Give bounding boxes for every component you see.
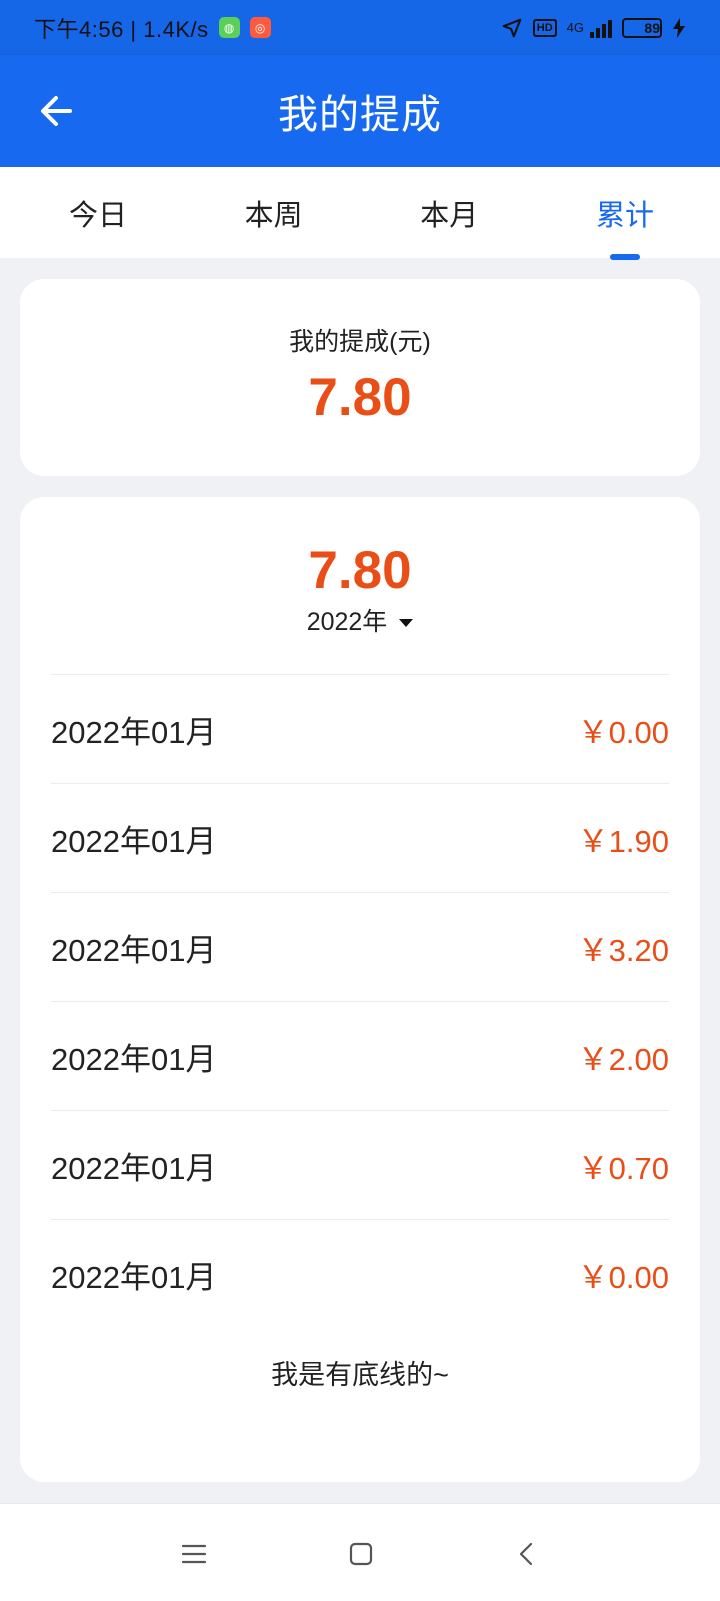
battery-icon: 89: [622, 17, 662, 38]
month-amount: ￥0.00: [577, 1259, 669, 1295]
tab-label: 本月: [420, 199, 479, 232]
menu-icon[interactable]: [181, 1541, 207, 1567]
tab-label: 今日: [68, 199, 127, 232]
tab-month[interactable]: 本月: [409, 192, 489, 234]
tab-today[interactable]: 今日: [58, 192, 138, 234]
arrow-left-icon[interactable]: [36, 90, 78, 132]
status-left: 下午4:56 | 1.4K/s ◍ ◎: [34, 12, 271, 44]
tab-label: 本周: [244, 199, 303, 232]
dropdown-caret-icon: [399, 618, 414, 627]
month-amount: ￥1.90: [577, 823, 669, 859]
year-selector[interactable]: 2022年: [20, 602, 700, 638]
selected-year: 2022年: [306, 608, 388, 636]
status-bar: 下午4:56 | 1.4K/s ◍ ◎ HD 4G 89: [0, 0, 720, 55]
tab-week[interactable]: 本周: [234, 192, 314, 234]
signal-icon: [588, 18, 612, 38]
tab-cumulative[interactable]: 累计: [585, 192, 665, 260]
month-amount: ￥2.00: [577, 1041, 669, 1077]
month-amount: ￥0.00: [577, 714, 669, 750]
monthly-list: 2022年01月 ￥0.00 2022年01月 ￥1.90 2022年01月 ￥…: [51, 674, 669, 1328]
detail-total: 7.80: [308, 541, 412, 600]
month-date: 2022年01月: [51, 823, 217, 859]
active-tab-indicator: [609, 253, 640, 260]
month-amount: ￥0.70: [577, 1150, 669, 1186]
list-item: 2022年01月 ￥0.70: [51, 1110, 669, 1219]
app-notification-icon: ◎: [249, 17, 271, 38]
network-label: 4G: [566, 20, 584, 35]
status-right: HD 4G 89: [501, 17, 686, 39]
navigation-icon: [502, 18, 522, 37]
charging-icon: [673, 17, 685, 38]
list-item: 2022年01月 ￥0.00: [51, 1219, 669, 1328]
month-date: 2022年01月: [51, 932, 217, 968]
detail-card: 7.80 2022年 2022年01月 ￥0.00 2022年01月 ￥1.90…: [20, 497, 700, 1482]
tab-label: 累计: [595, 199, 654, 232]
system-navigation-bar: [0, 1503, 720, 1601]
app-notification-icon: ◍: [218, 17, 240, 38]
period-tabs: 今日 本周 本月 累计: [0, 167, 720, 260]
chevron-left-icon[interactable]: [514, 1541, 540, 1567]
month-date: 2022年01月: [51, 1259, 217, 1295]
battery-level: 89: [644, 19, 660, 36]
hd-icon: HD: [532, 18, 557, 37]
month-date: 2022年01月: [51, 1150, 217, 1186]
month-date: 2022年01月: [51, 1041, 217, 1077]
app-bar: 我的提成: [0, 55, 720, 167]
end-of-list-note: 我是有底线的~: [271, 1360, 449, 1390]
list-item: 2022年01月 ￥2.00: [51, 1001, 669, 1110]
summary-value: 7.80: [308, 368, 412, 427]
summary-label: 我的提成(元): [289, 328, 431, 356]
list-item: 2022年01月 ￥0.00: [51, 674, 669, 783]
month-amount: ￥3.20: [577, 932, 669, 968]
status-time-speed: 下午4:56 | 1.4K/s: [34, 16, 209, 42]
square-icon[interactable]: [348, 1541, 374, 1567]
list-item: 2022年01月 ￥3.20: [51, 892, 669, 1001]
month-date: 2022年01月: [51, 714, 217, 750]
list-item: 2022年01月 ￥1.90: [51, 783, 669, 892]
summary-card: 我的提成(元) 7.80: [20, 279, 700, 476]
page-title: 我的提成: [278, 93, 442, 137]
